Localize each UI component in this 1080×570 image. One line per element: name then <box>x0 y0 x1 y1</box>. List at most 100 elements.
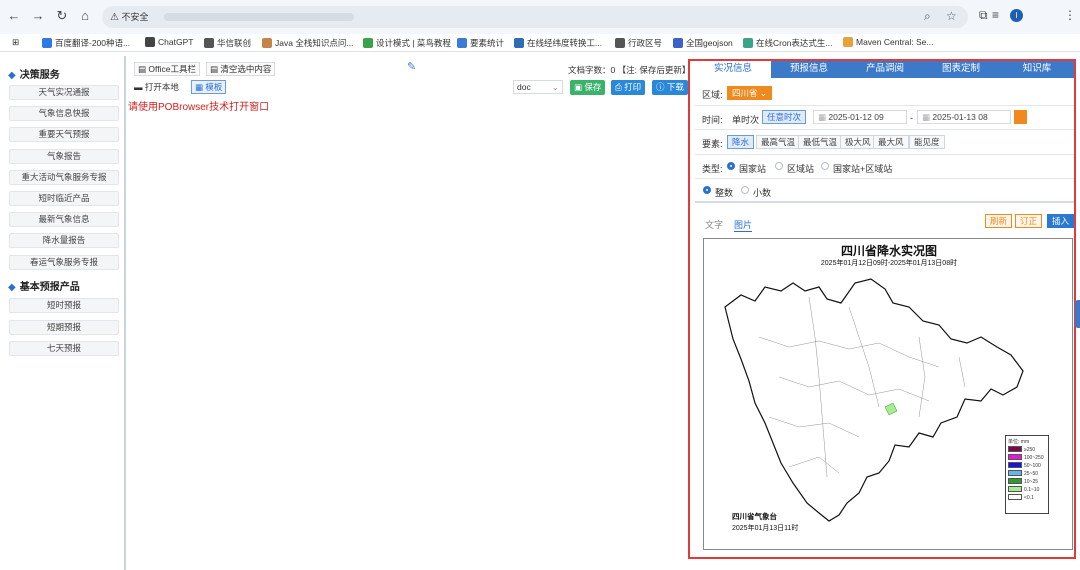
print-button[interactable]: ⎙ 打印 <box>611 80 646 95</box>
radio-national[interactable] <box>727 162 735 170</box>
profile-avatar[interactable]: I <box>1010 9 1023 22</box>
format-select[interactable]: doc ⌄ <box>513 80 563 94</box>
download-button[interactable]: ⓘ 下载 <box>652 80 688 95</box>
panel-tabs: 实况信息 预报信息 产品调阅 图表定制 知识库 <box>695 60 1075 78</box>
media-icon[interactable]: ≡ <box>992 8 999 22</box>
date-picker-button[interactable] <box>1014 110 1027 124</box>
type-national[interactable]: 国家站 <box>739 162 766 175</box>
tab-image[interactable]: 图片 <box>734 218 753 232</box>
region-row: 区域: 四川省 ⌄ <box>695 80 1075 106</box>
bookmark-label: 要素统计 <box>470 38 505 48</box>
type-both[interactable]: 国家站+区域站 <box>833 162 892 175</box>
bookmark-item[interactable]: 在线经纬度转换工... <box>514 37 602 49</box>
apps-icon[interactable]: ⊞ <box>12 37 19 48</box>
bookmark-item[interactable]: 全国geojson <box>673 37 733 49</box>
security-warning[interactable]: ⚠ 不安全 <box>110 10 149 23</box>
bookmark-item[interactable]: Maven Central: Se... <box>843 37 933 47</box>
sidebar-item[interactable]: 重要天气预报 <box>9 127 119 143</box>
map-legend: 单位: mm ≥250 100~250 50~100 25~50 10~25 0.1~10… <box>1005 435 1049 514</box>
reload-icon[interactable]: ↻ <box>54 8 70 24</box>
legend-label: 50~100 <box>1024 463 1041 469</box>
save-button[interactable]: ▣ 保存 <box>570 80 606 95</box>
single-time-option[interactable]: 单时次 <box>732 113 759 126</box>
bookmark-item[interactable]: 在线Cron表达式生... <box>743 37 833 49</box>
edit-pen-icon[interactable]: ✎ <box>407 60 416 73</box>
forward-icon[interactable]: → <box>30 8 46 24</box>
sidebar-item[interactable]: 短时预报 <box>9 298 119 313</box>
type-regional[interactable]: 区域站 <box>787 162 814 175</box>
sidebar-item[interactable]: 七天预报 <box>9 341 119 356</box>
bookmark-star-icon[interactable]: ☆ <box>946 9 957 23</box>
sidebar-item[interactable]: 春运气象服务专报 <box>9 254 119 270</box>
region-select[interactable]: 四川省 ⌄ <box>727 86 773 100</box>
sidebar-item[interactable]: 重大活动气象服务专报 <box>9 169 119 185</box>
date-from-input[interactable]: ▦ 2025-01-12 09 <box>813 110 907 124</box>
sidebar-item[interactable]: 降水量报告 <box>9 233 119 249</box>
home-icon[interactable]: ⌂ <box>77 8 93 24</box>
any-time-option[interactable]: 任意时次 <box>762 110 807 124</box>
bookmark-label: Maven Central: Se... <box>856 37 934 47</box>
calendar-icon: ▦ <box>818 112 827 122</box>
open-local-button[interactable]: ▬ 打开本地 <box>134 81 179 93</box>
tab-products[interactable]: 产品调阅 <box>847 60 923 78</box>
extensions-icon[interactable]: ⧉ <box>979 8 988 23</box>
bookmark-item[interactable]: Java 全栈知识点问... <box>262 37 353 49</box>
zoom-icon[interactable]: ⌕ <box>924 9 931 24</box>
radio-regional[interactable] <box>775 162 783 170</box>
bookmark-item[interactable]: 要素统计 <box>457 37 504 49</box>
bookmark-item[interactable]: ChatGPT <box>145 37 193 47</box>
number-row: 整数 小数 <box>695 179 1075 203</box>
insert-button[interactable]: 插入 <box>1047 214 1075 228</box>
date-to-input[interactable]: ▦ 2025-01-13 08 <box>917 110 1011 124</box>
sidebar-item[interactable]: 短期预报 <box>9 319 119 335</box>
sidebar-group-basic[interactable]: ◆ 基本预报产品 <box>8 278 80 293</box>
integer-option[interactable]: 整数 <box>715 186 733 199</box>
element-option[interactable]: 最高气温 <box>756 135 801 149</box>
bookmark-label: 华信联创 <box>217 38 252 48</box>
radio-both[interactable] <box>821 162 829 170</box>
clear-selection-button[interactable]: ▤ 清空选中内容 <box>206 62 276 76</box>
element-row: 要素: 降水 最高气温 最低气温 极大风 最大风 能见度 <box>695 130 1075 155</box>
sidebar-item[interactable]: 最新气象信息 <box>9 212 119 228</box>
calendar-icon: ▦ <box>922 112 931 122</box>
menu-icon[interactable]: ⋮ <box>1064 8 1076 22</box>
tab-forecast[interactable]: 预报信息 <box>771 60 847 78</box>
bookmark-favicon-icon <box>204 38 214 48</box>
element-option[interactable]: 降水 <box>727 135 755 149</box>
bookmark-label: 设计模式 | 菜鸟教程 <box>376 38 451 48</box>
back-icon[interactable]: ← <box>6 8 22 24</box>
bookmark-item[interactable]: 百度翻译-200种语... <box>42 37 130 49</box>
office-toolbar-button[interactable]: ▤ Office工具栏 <box>134 62 200 76</box>
correct-button[interactable]: 订正 <box>1015 214 1043 228</box>
element-option[interactable]: 最大风 <box>873 135 909 149</box>
sidebar-group-decision[interactable]: ◆ 决策服务 <box>8 66 60 81</box>
chevron-double-icon: ◆ <box>8 70 16 81</box>
tab-knowledge[interactable]: 知识库 <box>999 60 1075 78</box>
element-label: 要素: <box>702 139 723 149</box>
element-option[interactable]: 极大风 <box>840 135 876 149</box>
tab-charts[interactable]: 图表定制 <box>923 60 999 78</box>
bookmark-item[interactable]: 华信联创 <box>204 37 251 49</box>
tab-realtime[interactable]: 实况信息 <box>695 60 771 78</box>
bookmark-favicon-icon <box>673 38 683 48</box>
element-option[interactable]: 最低气温 <box>798 135 843 149</box>
radio-decimal[interactable] <box>741 186 749 194</box>
element-option[interactable]: 能见度 <box>909 135 945 149</box>
bookmark-item[interactable]: 行政区号 <box>615 37 662 49</box>
bookmark-favicon-icon <box>514 38 524 48</box>
map-subtitle: 2025年01月12日09时-2025年01月13日08时 <box>820 260 958 267</box>
sidebar-item[interactable]: 气象信息快报 <box>9 106 119 122</box>
refresh-button[interactable]: 刷新 <box>985 214 1013 228</box>
sidebar-item[interactable]: 气象报告 <box>9 148 119 164</box>
scroll-handle[interactable] <box>1075 300 1080 328</box>
sidebar-item[interactable]: 天气实况通报 <box>9 85 119 100</box>
legend-label: ≥250 <box>1024 447 1036 453</box>
template-button[interactable]: ▦ 模板 <box>191 80 227 94</box>
tab-text[interactable]: 文字 <box>705 218 723 231</box>
legend-entry: 10~25 <box>1008 478 1046 486</box>
decimal-option[interactable]: 小数 <box>753 186 771 199</box>
sidebar-item[interactable]: 短时临近产品 <box>9 191 119 206</box>
bookmark-item[interactable]: 设计模式 | 菜鸟教程 <box>363 37 451 49</box>
radio-integer[interactable] <box>703 186 711 194</box>
address-bar[interactable]: ⚠ 不安全 ⌕ ☆ <box>102 6 968 28</box>
